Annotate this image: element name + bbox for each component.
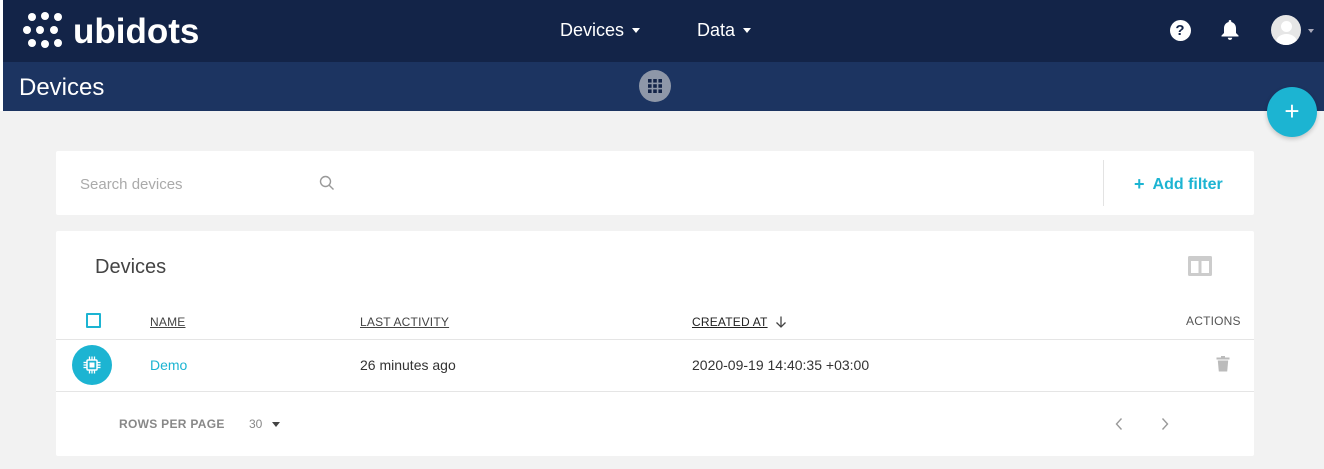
previous-page-button[interactable] (1114, 415, 1124, 436)
plus-icon: + (1134, 174, 1145, 194)
top-navbar: ubidots Devices Data ? (0, 0, 1324, 62)
next-page-button[interactable] (1160, 415, 1170, 436)
columns-icon[interactable] (1187, 255, 1213, 277)
devices-table-card: Devices NAME LAST ACTIVITY CREATED AT AC… (56, 231, 1254, 456)
rows-per-page-label: ROWS PER PAGE (119, 417, 225, 431)
arrow-down-icon (775, 316, 786, 328)
page-title: Devices (19, 74, 105, 101)
add-filter-label: Add filter (1152, 175, 1223, 193)
help-button[interactable]: ? (1168, 18, 1192, 42)
add-device-fab[interactable]: + (1267, 87, 1317, 137)
search-input[interactable] (78, 171, 322, 197)
device-name-link[interactable]: Demo (150, 357, 187, 373)
user-avatar[interactable] (1271, 15, 1301, 45)
logo-dots-icon (23, 12, 67, 52)
device-chip-icon[interactable] (72, 345, 112, 385)
apps-grid-icon (648, 79, 662, 93)
apps-grid-button[interactable] (639, 70, 671, 102)
caret-down-icon (272, 421, 281, 427)
select-all-checkbox[interactable] (86, 313, 101, 328)
table-title: Devices (95, 256, 167, 278)
column-header-created-at[interactable]: CREATED AT (692, 315, 788, 329)
header-divider (56, 339, 1254, 340)
column-header-actions: ACTIONS (1186, 314, 1241, 328)
column-header-created-at-label: CREATED AT (692, 315, 768, 329)
rows-per-page-select[interactable]: 30 (249, 417, 281, 431)
device-last-activity: 26 minutes ago (360, 357, 456, 373)
logo-text: ubidots (73, 12, 200, 51)
chevron-right-icon (1161, 418, 1169, 430)
trash-icon[interactable] (1216, 356, 1230, 372)
ubidots-logo[interactable]: ubidots (23, 12, 199, 52)
search-icon[interactable] (319, 175, 335, 191)
plus-icon: + (1284, 96, 1300, 126)
avatar-caret-icon[interactable] (1308, 29, 1314, 33)
caret-down-icon (743, 28, 752, 33)
notifications-button[interactable] (1218, 18, 1242, 42)
chevron-left-icon (1115, 418, 1123, 430)
nav-data-label: Data (697, 20, 736, 40)
nav-devices-label: Devices (560, 20, 625, 40)
rows-per-page-value: 30 (249, 417, 263, 431)
caret-down-icon (632, 28, 641, 33)
device-created-at: 2020-09-19 14:40:35 +03:00 (692, 357, 870, 373)
nav-data-menu[interactable]: Data (697, 20, 752, 41)
column-header-name[interactable]: NAME (150, 315, 185, 329)
search-divider (1103, 160, 1104, 206)
add-filter-button[interactable]: + Add filter (1134, 174, 1223, 195)
help-icon: ? (1169, 19, 1191, 41)
bell-icon (1221, 20, 1239, 40)
column-header-last-activity[interactable]: LAST ACTIVITY (360, 315, 449, 329)
nav-devices-menu[interactable]: Devices (560, 20, 641, 41)
search-card: + Add filter (56, 151, 1254, 215)
row-divider (56, 391, 1254, 392)
